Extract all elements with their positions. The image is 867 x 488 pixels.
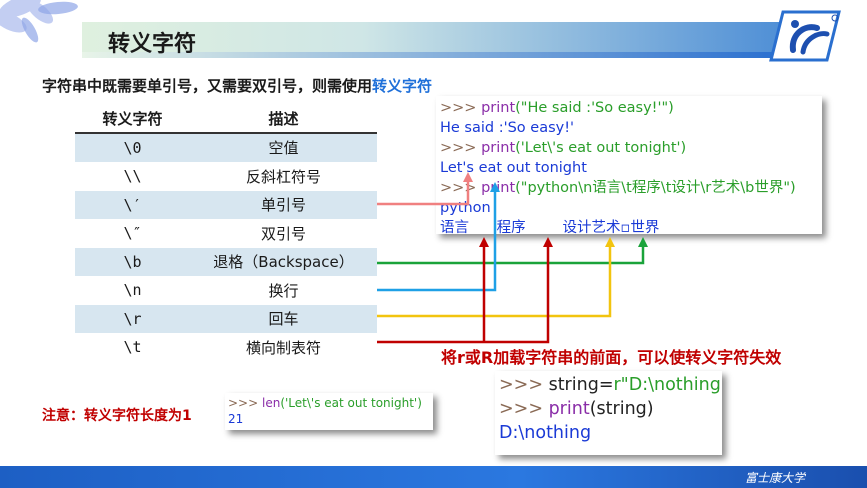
code-output: He said :'So easy!': [440, 120, 575, 136]
assign-text: string=: [548, 375, 614, 395]
code-example-len: >>> len('Let\'s eat out tonight') 21: [225, 393, 433, 430]
prompt: >>>: [440, 140, 477, 156]
raw-string: r"D:\nothing": [613, 375, 722, 395]
table-row: \′ 单引号: [75, 190, 377, 219]
code-output: 语言 程序 设计艺术▫世界: [440, 220, 660, 234]
escape-code: \″: [123, 224, 142, 243]
arrow-head-green: [638, 237, 648, 247]
escape-code: \r: [123, 309, 142, 328]
arrow-backspace: [377, 245, 645, 265]
note-text: 注意：转义字符长度为1: [42, 408, 192, 424]
func-arg: ('Let\'s eat out tonight'): [515, 140, 687, 156]
escape-desc: 单引号: [260, 196, 306, 215]
footer: 富士康大学: [0, 454, 867, 488]
intro-highlight: 转义字符: [372, 77, 433, 95]
raw-string-tip: 将r或R加载字符串的前面，可以使转义字符失效: [441, 348, 782, 367]
table-header: 转义字符 描述: [75, 105, 377, 134]
escape-desc: 横向制表符: [245, 338, 321, 357]
arrow-return: [377, 245, 612, 318]
table-row: \b 退格（Backspace）: [75, 247, 377, 276]
escape-table: 转义字符 描述 \0 空值 \\ 反斜杠符号 \′ 单引号 \″ 双引号 \b 退格（Ba…: [75, 105, 377, 362]
code-line: >>> len('Let\'s eat out tonight'): [228, 395, 430, 411]
escape-desc: 换行: [268, 281, 299, 300]
code-example-escape: >>> print("He said :'So easy!'") He said…: [436, 96, 822, 234]
university-logo-icon: [769, 10, 841, 62]
code-example-raw: >>> string=r"D:\nothing" >>> print(strin…: [495, 371, 722, 455]
code-line: >>> print('Let\'s eat out tonight'): [440, 138, 818, 158]
university-name: 富士康大学: [744, 471, 805, 485]
header-escape: 转义字符: [102, 109, 163, 128]
func-name: print: [481, 140, 516, 156]
table-row: \\ 反斜杠符号: [75, 162, 377, 191]
intro-text: 字符串中既需要单引号，又需要双引号，则需使用转义字符: [42, 75, 432, 96]
prompt: >>>: [499, 399, 543, 419]
code-output: Let's eat out tonight: [440, 160, 587, 176]
escape-desc: 空值: [268, 139, 299, 158]
escape-desc: 反斜杠符号: [245, 167, 321, 186]
escape-desc: 退格（Backspace）: [213, 253, 354, 272]
func-arg: (string): [589, 399, 654, 419]
table-row: \r 回车: [75, 304, 377, 333]
func-name: print: [548, 399, 590, 419]
escape-code: \′: [123, 195, 142, 214]
code-line: >>> print("He said :'So easy!'"): [440, 98, 818, 118]
escape-code: \n: [123, 281, 142, 300]
func-arg: ('Let\'s eat out tonight'): [280, 396, 422, 410]
prompt: >>>: [440, 100, 477, 116]
prompt: >>>: [499, 375, 543, 395]
code-line: >>> print(string): [499, 397, 718, 421]
escape-desc: 回车: [268, 310, 299, 329]
func-name: print: [481, 180, 516, 196]
escape-code: \0: [123, 138, 142, 157]
table-row: \0 空值: [75, 133, 377, 162]
arrow-head-red-2: [479, 237, 489, 247]
prompt: >>>: [228, 396, 259, 410]
arrow-head-red-1: [543, 237, 553, 247]
escape-code: \b: [123, 252, 142, 271]
func-arg: ("He said :'So easy!'"): [515, 100, 674, 116]
arrow-head-yellow: [605, 237, 615, 247]
table-row: \n 换行: [75, 276, 377, 305]
arrow-tab: [377, 245, 550, 344]
code-line: >>> string=r"D:\nothing": [499, 373, 722, 397]
escape-desc: 双引号: [260, 224, 306, 243]
header-desc: 描述: [268, 109, 299, 128]
escape-code: \\: [123, 167, 142, 186]
intro-main: 字符串中既需要单引号，又需要双引号，则需使用: [42, 77, 373, 95]
footer-band: [0, 466, 867, 488]
code-output: python: [440, 200, 491, 216]
code-output: 21: [228, 412, 244, 426]
table-row: \″ 双引号: [75, 219, 377, 248]
table-row: \t 横向制表符: [75, 333, 377, 362]
code-output: D:\nothing: [499, 423, 592, 443]
func-name: len: [262, 396, 281, 410]
code-line: >>> print("python\n语言\t程序\t设计\r艺术\b世界"): [440, 178, 818, 198]
func-arg: ("python\n语言\t程序\t设计\r艺术\b世界"): [515, 180, 796, 196]
page-title: 转义字符: [108, 32, 197, 57]
prompt: >>>: [440, 180, 477, 196]
escape-code: \t: [123, 338, 142, 357]
flower-decoration: [0, 0, 78, 43]
func-name: print: [481, 100, 516, 116]
